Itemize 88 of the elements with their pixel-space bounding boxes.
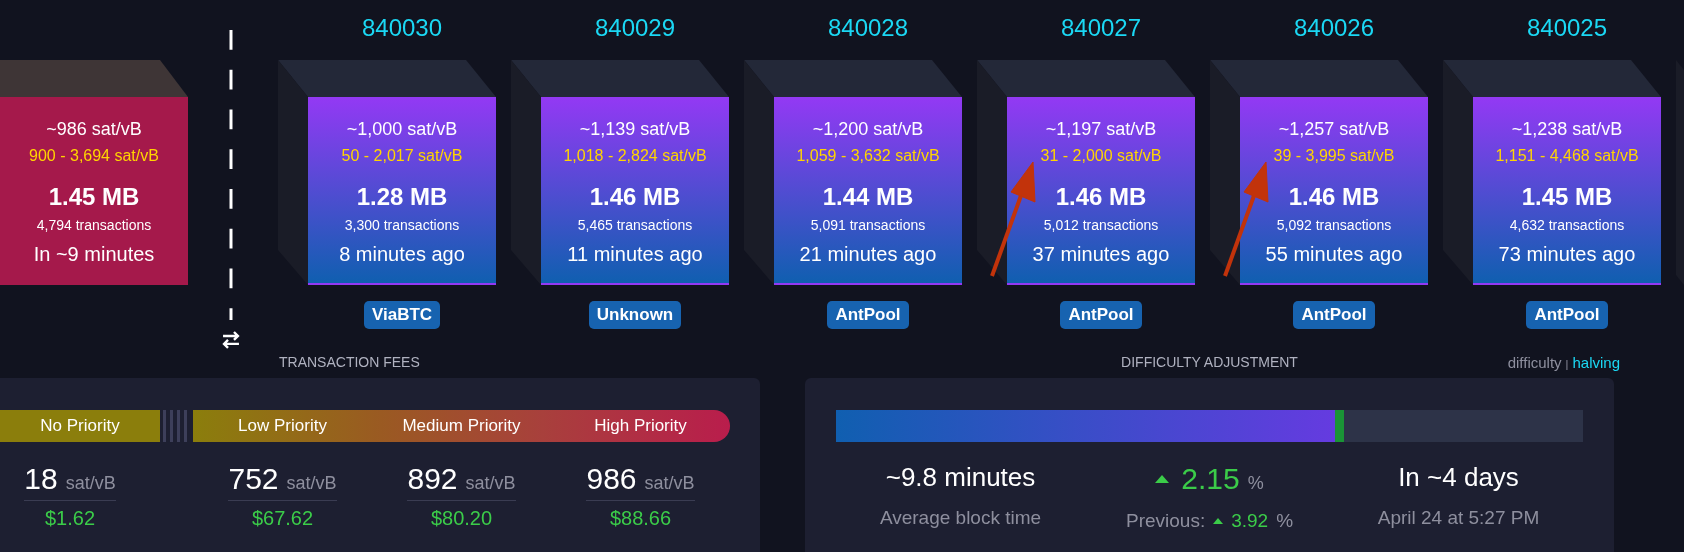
fee-rate: 752 (228, 462, 279, 496)
fee-unit: sat/vB (644, 473, 695, 494)
fee-unit: sat/vB (465, 473, 516, 494)
fee-range: 1,151 - 4,468 sat/vB (1495, 147, 1639, 166)
mining-pool-badge[interactable]: AntPool (827, 301, 909, 329)
median-fee: ~1,197 sat/vB (1045, 119, 1157, 141)
fee-range: 1,059 - 3,632 sat/vB (796, 147, 940, 166)
block-height[interactable]: 840028 (827, 13, 909, 43)
mining-pool-badge[interactable]: AntPool (1293, 301, 1375, 329)
change-value: 2.15 (1181, 462, 1240, 496)
fee-unit: sat/vB (65, 473, 116, 494)
mempool-block[interactable]: ~986 sat/vB 900 - 3,694 sat/vB 1.45 MB 4,794 transactions In ~9 minutes (0, 97, 188, 285)
block-height[interactable]: 840026 (1293, 13, 1375, 43)
block-height[interactable]: 840027 (1060, 13, 1142, 43)
up-triangle-icon (1155, 475, 1170, 483)
fee-rate: 986 (586, 462, 637, 496)
transaction-count: 5,091 transactions (810, 217, 926, 235)
percent-sign: % (1276, 510, 1294, 532)
section-title: TRANSACTION FEES (278, 353, 421, 372)
stat-label: April 24 at 5:27 PM (1377, 507, 1540, 529)
median-fee: ~1,139 sat/vB (579, 119, 691, 141)
mined-block[interactable]: ~1,197 sat/vB 31 - 2,000 sat/vB 1.46 MB 5,012 transactions 37 minutes ago (1007, 97, 1195, 285)
block-size: 1.28 MB (356, 183, 448, 212)
priority-label: Medium Priority (401, 415, 522, 437)
mining-pool-badge[interactable]: ViaBTC (363, 301, 441, 329)
fee-range: 1,018 - 2,824 sat/vB (563, 147, 707, 166)
fee-range: 900 - 3,694 sat/vB (29, 147, 159, 166)
mined-block[interactable]: ~1,000 sat/vB 50 - 2,017 sat/vB 1.28 MB 3,300 transactions 8 minutes ago (308, 97, 496, 285)
progress-marker (1335, 410, 1344, 442)
block-size: 1.45 MB (1521, 183, 1613, 212)
median-fee: ~1,238 sat/vB (1511, 119, 1623, 141)
mined-block[interactable]: ~1,238 sat/vB 1,151 - 4,468 sat/vB 1.45 MB 4,632 transactions 73 minutes ago (1473, 97, 1661, 285)
block-age: 37 minutes ago (1032, 243, 1170, 267)
priority-segment: No Priority (0, 410, 160, 442)
stat-label: Average block time (879, 507, 1042, 529)
fee-unit: sat/vB (286, 473, 337, 494)
transaction-count: 3,300 transactions (344, 217, 460, 235)
fee-usd: $1.62 (44, 507, 96, 530)
transaction-count: 5,092 transactions (1276, 217, 1392, 235)
previous-change: 3.92 (1231, 510, 1269, 532)
swap-arrows-icon[interactable] (221, 330, 241, 350)
mined-block[interactable]: ~1,257 sat/vB 39 - 3,995 sat/vB 1.46 MB 5,092 transactions 55 minutes ago (1240, 97, 1428, 285)
block-age: 55 minutes ago (1265, 243, 1403, 267)
block-height[interactable]: 840030 (361, 13, 443, 43)
stat-value: ~9.8 minutes (885, 462, 1036, 493)
block-size: 1.45 MB (48, 183, 140, 212)
block-age: 11 minutes ago (567, 243, 703, 267)
section-title: DIFFICULTY ADJUSTMENT (1121, 353, 1298, 372)
block-age: 73 minutes ago (1498, 243, 1636, 267)
mined-block[interactable]: ~1,200 sat/vB 1,059 - 3,632 sat/vB 1.44 MB 5,091 transactions 21 minutes ago (774, 97, 962, 285)
block-size: 1.44 MB (822, 183, 914, 212)
transaction-count: 5,465 transactions (577, 217, 693, 235)
block-height[interactable]: 840029 (594, 13, 676, 43)
median-fee: ~1,000 sat/vB (346, 119, 458, 141)
fee-range: 39 - 3,995 sat/vB (1273, 147, 1395, 166)
mining-pool-badge[interactable]: AntPool (1060, 301, 1142, 329)
block-eta: In ~9 minutes (33, 243, 155, 267)
block-size: 1.46 MB (1288, 183, 1380, 212)
block-size: 1.46 MB (1055, 183, 1147, 212)
block-age: 21 minutes ago (799, 243, 937, 267)
stat-value: In ~4 days (1398, 462, 1519, 493)
fee-usd: $67.62 (251, 507, 314, 530)
mining-pool-badge[interactable]: AntPool (1526, 301, 1608, 329)
transaction-count: 5,012 transactions (1043, 217, 1159, 235)
up-triangle-icon (1213, 518, 1224, 524)
fee-range: 50 - 2,017 sat/vB (341, 147, 463, 166)
fee-usd: $88.66 (609, 507, 672, 530)
median-fee: ~1,200 sat/vB (812, 119, 924, 141)
median-fee: ~1,257 sat/vB (1278, 119, 1390, 141)
view-tab[interactable]: halving (1572, 354, 1620, 371)
fee-rate: 18 (24, 462, 58, 496)
median-fee: ~986 sat/vB (46, 119, 142, 141)
fee-range: 31 - 2,000 sat/vB (1040, 147, 1162, 166)
view-tab[interactable]: difficulty (1507, 354, 1562, 371)
fee-rate: 892 (407, 462, 458, 496)
block-height[interactable]: 840025 (1526, 13, 1608, 43)
transaction-count: 4,794 transactions (36, 217, 152, 235)
block-age: 8 minutes ago (339, 243, 465, 267)
transaction-count: 4,632 transactions (1509, 217, 1625, 235)
mined-block[interactable]: ~1,139 sat/vB 1,018 - 2,824 sat/vB 1.46 MB 5,465 transactions 11 minutes ago (541, 97, 729, 285)
block-size: 1.46 MB (589, 183, 681, 212)
percent-sign: % (1247, 473, 1264, 494)
fee-usd: $80.20 (430, 507, 493, 530)
mining-pool-badge[interactable]: Unknown (588, 301, 682, 329)
priority-label: Low Priority (237, 415, 328, 437)
separator: | (1565, 358, 1569, 370)
stat-label: Previous: (1125, 510, 1206, 532)
priority-label: High Priority (593, 415, 688, 437)
